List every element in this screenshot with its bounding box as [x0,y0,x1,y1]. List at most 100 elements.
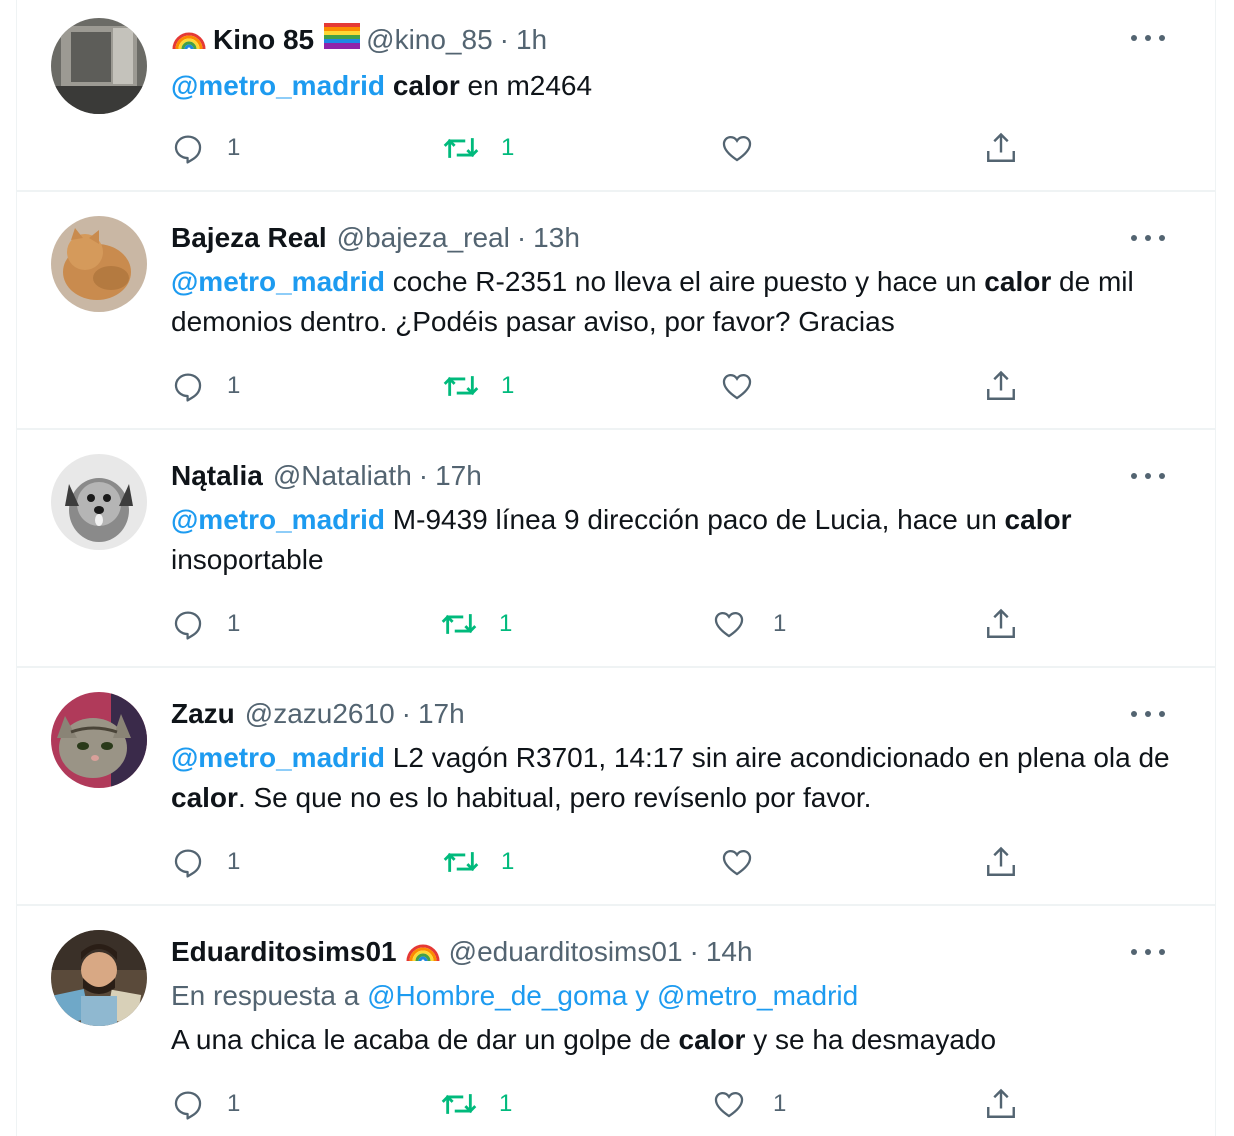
reply-count: 1 [227,372,241,399]
reply-icon [174,135,202,164]
reply-count: 1 [227,848,241,875]
share-icon [987,1088,1015,1118]
user-handle[interactable]: @zazu2610 [245,696,395,732]
like-button[interactable] [719,366,777,406]
reply-icon [174,1091,202,1120]
tweet[interactable]: Eduarditosims01 @eduarditosims01 · 14h E… [17,906,1215,1136]
retweet-count: 1 [501,134,515,161]
retweet-icon [443,138,479,158]
tweet-actions: 1 1 1 [171,604,1071,644]
timestamp[interactable]: 14h [706,934,753,970]
text-segment: M-9439 línea 9 dirección paco de Lucia, … [385,504,1005,535]
avatar[interactable] [51,692,147,788]
mention-link[interactable]: @Hombre_de_goma [367,980,627,1011]
timestamp[interactable]: 17h [418,696,465,732]
tweet-actions: 1 1 [171,366,1071,406]
mention-link[interactable]: @metro_madrid [171,70,385,101]
heart-icon [722,373,752,400]
separator: · [516,222,527,253]
more-options-icon[interactable] [1131,228,1165,248]
reply-icon [174,373,202,402]
more-options-icon[interactable] [1131,466,1165,486]
reply-count: 1 [227,1090,241,1117]
reply-context: En respuesta a @Hombre_de_goma y @metro_… [171,978,858,1014]
highlighted-keyword: calor [171,782,238,813]
timestamp[interactable]: 17h [435,458,482,494]
pride-flag-emoji-icon [324,22,361,58]
reply-conjunction: y [627,980,658,1011]
rainbow-emoji-icon [405,933,441,972]
mention-link[interactable]: @metro_madrid [171,742,385,773]
reply-icon [174,611,202,640]
text-segment: coche R-2351 no lleva el aire puesto y h… [385,266,985,297]
tweet-actions: 1 1 1 [171,1084,1071,1124]
tweet-header: Eduarditosims01 @eduarditosims01 · 14h [171,934,753,970]
tweet[interactable]: Zazu @zazu2610 · 17h @metro_madrid L2 va… [17,668,1215,906]
user-name[interactable]: Nątalia [171,458,263,494]
user-handle[interactable]: @Nataliath [273,458,412,494]
highlighted-keyword: calor [392,70,460,101]
retweet-button[interactable]: 1 [439,1084,512,1124]
text-segment: L2 vagón R3701, 14:17 sin aire acondicio… [385,742,1170,773]
highlighted-keyword: calor [678,1024,746,1055]
avatar[interactable] [51,454,147,550]
mention-link[interactable]: @metro_madrid [657,980,858,1011]
separator: · [499,24,509,55]
reply-button[interactable]: 1 [171,1084,240,1124]
tweet-header: Zazu @zazu2610 · 17h [171,696,465,732]
share-icon [987,846,1015,876]
tweet-actions: 1 1 [171,842,1071,882]
timestamp[interactable]: 13h [533,220,580,256]
like-button[interactable] [719,842,777,882]
retweet-button[interactable]: 1 [441,366,514,406]
like-button[interactable] [719,128,777,168]
retweet-button[interactable]: 1 [441,128,514,168]
share-button[interactable] [983,366,1019,406]
retweet-count: 1 [499,610,513,637]
share-button[interactable] [983,128,1019,168]
heart-icon [714,1091,744,1118]
like-button[interactable]: 1 [711,1084,786,1124]
reply-prefix: En respuesta a [171,980,368,1011]
user-handle[interactable]: @bajeza_real [337,220,510,256]
avatar[interactable] [51,216,147,312]
separator: · [689,936,699,967]
avatar[interactable] [51,930,147,1026]
tweet-text: @metro_madrid L2 vagón R3701, 14:17 sin … [171,738,1191,818]
like-button[interactable]: 1 [711,604,786,644]
mention-link[interactable]: @metro_madrid [171,504,385,535]
more-options-icon[interactable] [1131,704,1165,724]
user-name[interactable]: Kino 85 [213,22,314,58]
heart-icon [722,135,752,162]
user-handle[interactable]: @kino_85 [366,22,493,58]
retweet-button[interactable]: 1 [441,842,514,882]
rainbow-emoji-icon [171,21,207,60]
avatar[interactable] [51,18,147,114]
reply-button[interactable]: 1 [171,842,240,882]
timestamp[interactable]: 1h [516,22,547,58]
user-name[interactable]: Zazu [171,696,235,732]
more-options-icon[interactable] [1131,942,1165,962]
reply-button[interactable]: 1 [171,128,240,168]
more-options-icon[interactable] [1131,28,1165,48]
reply-button[interactable]: 1 [171,366,240,406]
user-name[interactable]: Bajeza Real [171,220,327,256]
like-count: 1 [773,1090,787,1117]
retweet-button[interactable]: 1 [439,604,512,644]
user-handle[interactable]: @eduarditosims01 [449,934,683,970]
reply-button[interactable]: 1 [171,604,240,644]
tweet[interactable]: Kino 85 @kino_85 · 1h @metro_madrid calo… [17,0,1215,192]
tweet[interactable]: Nątalia @Nataliath · 17h @metro_madrid M… [17,430,1215,668]
share-button[interactable] [983,1084,1019,1124]
retweet-icon [441,614,477,634]
retweet-icon [443,376,479,396]
text-segment: A una chica le acaba de dar un golpe de [171,1024,679,1055]
retweet-count: 1 [501,372,515,399]
user-name[interactable]: Eduarditosims01 [171,934,397,970]
share-icon [987,608,1015,638]
mention-link[interactable]: @metro_madrid [171,266,385,297]
share-button[interactable] [983,842,1019,882]
tweet[interactable]: Bajeza Real @bajeza_real · 13h @metro_ma… [17,192,1215,430]
share-button[interactable] [983,604,1019,644]
text-segment: . Se que no es lo habitual, pero revísen… [237,782,872,813]
